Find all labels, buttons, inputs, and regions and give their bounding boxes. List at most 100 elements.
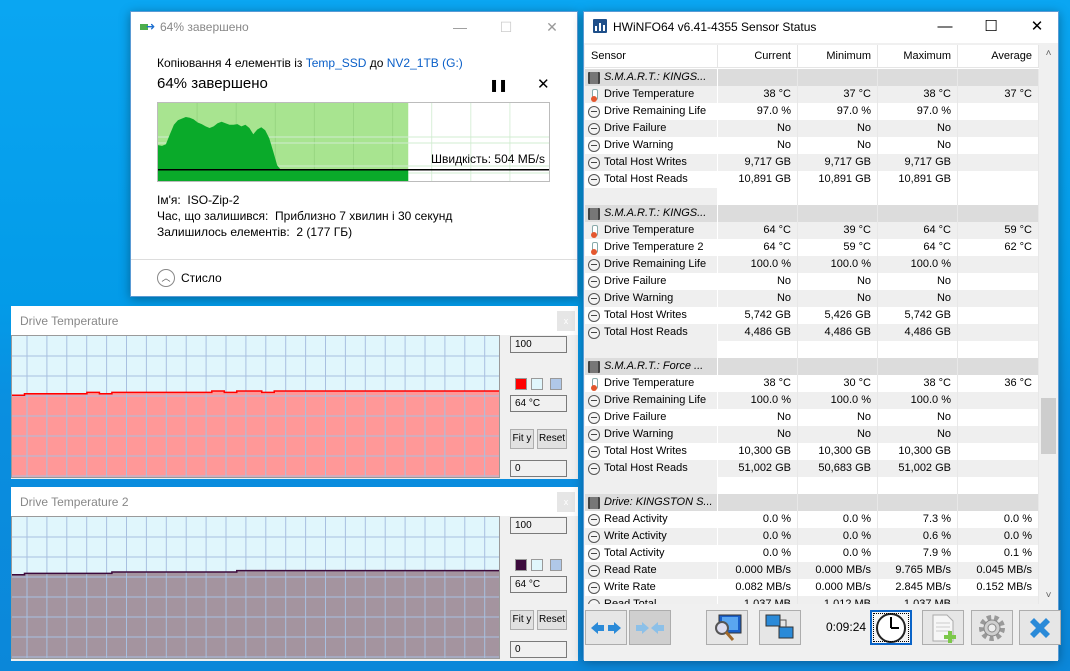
sensor-name-cell: Total Host Reads	[585, 171, 718, 188]
sensor-row[interactable]: Drive Temperature 2 64 °C 59 °C 64 °C 62 °C	[585, 239, 1039, 256]
graph-close-button[interactable]: x	[557, 492, 575, 512]
copy-title-bar[interactable]: ➜ 64% завершено — ☐ ✕	[131, 12, 577, 42]
background-color-swatch[interactable]	[531, 559, 543, 571]
graph-plot-area	[11, 335, 500, 478]
sensor-row[interactable]: Read Rate 0.000 MB/s 0.000 MB/s 9.765 MB/s 0…	[585, 562, 1039, 579]
sensor-row[interactable]: Total Host Writes 5,742 GB 5,426 GB 5,742 G…	[585, 307, 1039, 324]
grid-color-swatch[interactable]	[550, 559, 562, 571]
reset-button[interactable]: Reset	[537, 610, 567, 630]
sensor-row[interactable]: Drive Temperature 38 °C 37 °C 38 °C 37 °C	[585, 86, 1039, 103]
column-header-maximum[interactable]: Maximum	[878, 45, 958, 68]
time-remaining-line: Час, що залишився: Приблизно 7 хвилин і …	[157, 209, 452, 223]
fit-y-button[interactable]: Fit y	[510, 610, 534, 630]
sensor-row[interactable]: Drive Remaining Life 100.0 % 100.0 % 100.0 …	[585, 256, 1039, 273]
sensor-label: Write Activity	[604, 530, 667, 542]
column-header-average[interactable]: Average	[958, 45, 1039, 68]
column-header-minimum[interactable]: Minimum	[798, 45, 878, 68]
network-button[interactable]	[759, 610, 801, 645]
sensor-row[interactable]: Drive Remaining Life 97.0 % 97.0 % 97.0 %	[585, 103, 1039, 120]
minimize-button[interactable]: —	[922, 12, 968, 42]
gauge-icon	[588, 581, 600, 594]
sensor-row[interactable]: Drive Temperature 38 °C 30 °C 38 °C 36 °C	[585, 375, 1039, 392]
scrollbar-thumb[interactable]	[1041, 398, 1056, 454]
copy-middle-text: до	[366, 56, 387, 70]
name-label: Ім'я:	[157, 193, 181, 207]
fewer-details-button[interactable]: ︿ Стисло	[157, 267, 222, 289]
source-link[interactable]: Temp_SSD	[306, 56, 367, 70]
graph-max-field[interactable]: 100	[510, 336, 567, 353]
sensor-row[interactable]: Total Activity 0.0 % 0.0 % 7.9 % 0.1 %	[585, 545, 1039, 562]
close-button[interactable]: ✕	[1014, 12, 1060, 42]
average-value	[958, 341, 1039, 358]
graph-min-field[interactable]: 0	[510, 460, 567, 477]
sensor-row[interactable]: Total Host Writes 9,717 GB 9,717 GB 9,717 G…	[585, 154, 1039, 171]
hwinfo-sensor-window: HWiNFO64 v6.41-4355 Sensor Status — ☐ ✕ …	[583, 11, 1061, 661]
sensor-row[interactable]: Write Activity 0.0 % 0.0 % 0.6 % 0.0 %	[585, 528, 1039, 545]
minimize-button[interactable]: —	[437, 12, 483, 42]
sensor-row[interactable]: Drive Failure No No No	[585, 273, 1039, 290]
sensor-row[interactable]: Drive Warning No No No	[585, 426, 1039, 443]
scroll-down-button[interactable]: ˅	[1040, 587, 1057, 604]
minimum-value	[798, 188, 878, 205]
cancel-copy-button[interactable]: ✕	[537, 75, 550, 93]
graph-min-field[interactable]: 0	[510, 641, 567, 658]
expand-columns-icon	[591, 621, 621, 634]
spacer-row	[585, 341, 1039, 358]
graph-close-button[interactable]: x	[557, 311, 575, 331]
sensor-row[interactable]: Drive Failure No No No	[585, 120, 1039, 137]
sensor-row[interactable]: Total Host Writes 10,300 GB 10,300 GB 10,30…	[585, 443, 1039, 460]
current-value: 10,891 GB	[718, 171, 798, 188]
reset-timer-button[interactable]	[870, 610, 912, 645]
maximum-value: 5,742 GB	[878, 307, 958, 324]
settings-button[interactable]	[971, 610, 1013, 645]
sensor-row[interactable]: Total Host Reads 51,002 GB 50,683 GB 51,002…	[585, 460, 1039, 477]
average-value	[958, 460, 1039, 477]
sensor-row[interactable]: Write Rate 0.082 MB/s 0.000 MB/s 2.845 MB/s…	[585, 579, 1039, 596]
collapse-columns-button[interactable]	[629, 610, 671, 645]
sensor-group-row[interactable]: S.M.A.R.T.: Force ...	[585, 358, 1039, 375]
column-header-current[interactable]: Current	[718, 45, 798, 68]
average-value	[958, 596, 1039, 604]
close-button[interactable]: ✕	[529, 12, 575, 42]
sensor-row[interactable]: Drive Remaining Life 100.0 % 100.0 % 100.0 …	[585, 392, 1039, 409]
line-color-swatch[interactable]	[515, 378, 527, 390]
graph-max-field[interactable]: 100	[510, 517, 567, 534]
graph-title-bar[interactable]: Drive Temperature x	[11, 306, 578, 335]
items-value: 2 (177 ГБ)	[296, 225, 353, 239]
maximize-button[interactable]: ☐	[483, 12, 529, 42]
destination-link[interactable]: NV2_1TB (G:)	[387, 56, 463, 70]
hwinfo-title-bar[interactable]: HWiNFO64 v6.41-4355 Sensor Status — ☐ ✕	[584, 12, 1058, 43]
sensor-row[interactable]: Total Host Reads 4,486 GB 4,486 GB 4,486 GB	[585, 324, 1039, 341]
sensor-row[interactable]: Drive Failure No No No	[585, 409, 1039, 426]
sensor-name-cell: S.M.A.R.T.: KINGS...	[585, 69, 718, 86]
vertical-scrollbar[interactable]: ˄ ˅	[1040, 45, 1057, 604]
sensor-row[interactable]: Read Activity 0.0 % 0.0 % 7.3 % 0.0 %	[585, 511, 1039, 528]
logging-report-button[interactable]	[922, 610, 964, 645]
column-header-sensor[interactable]: Sensor	[585, 45, 718, 68]
sensor-graph-window-2: Drive Temperature 2 x 100 64 °C Fit y Re…	[11, 487, 578, 661]
background-color-swatch[interactable]	[531, 378, 543, 390]
close-sensors-button[interactable]	[1019, 610, 1061, 645]
sensor-name-cell: Read Total	[585, 596, 718, 604]
sensor-label: Total Host Writes	[604, 309, 687, 321]
sensor-monitor-button[interactable]	[706, 610, 748, 645]
sensor-group-row[interactable]: S.M.A.R.T.: KINGS...	[585, 69, 1039, 86]
expand-columns-button[interactable]	[585, 610, 627, 645]
fit-y-button[interactable]: Fit y	[510, 429, 534, 449]
sensor-group-row[interactable]: Drive: KINGSTON S...	[585, 494, 1039, 511]
sensor-row[interactable]: Drive Warning No No No	[585, 137, 1039, 154]
scroll-up-button[interactable]: ˄	[1040, 45, 1057, 62]
maximize-button[interactable]: ☐	[968, 12, 1014, 42]
reset-button[interactable]: Reset	[537, 429, 567, 449]
sensor-group-row[interactable]: S.M.A.R.T.: KINGS...	[585, 205, 1039, 222]
sensor-row[interactable]: Read Total 1,037 MB 1,012 MB 1,037 MB	[585, 596, 1039, 604]
line-color-swatch[interactable]	[515, 559, 527, 571]
grid-color-swatch[interactable]	[550, 378, 562, 390]
sensor-row[interactable]: Drive Warning No No No	[585, 290, 1039, 307]
sensor-row[interactable]: Drive Temperature 64 °C 39 °C 64 °C 59 °C	[585, 222, 1039, 239]
sensor-label: Drive Warning	[604, 292, 674, 304]
sensor-row[interactable]: Total Host Reads 10,891 GB 10,891 GB 10,891…	[585, 171, 1039, 188]
current-value: 0.0 %	[718, 511, 798, 528]
graph-title-bar[interactable]: Drive Temperature 2 x	[11, 487, 578, 516]
pause-button[interactable]: ❚❚	[489, 78, 508, 92]
